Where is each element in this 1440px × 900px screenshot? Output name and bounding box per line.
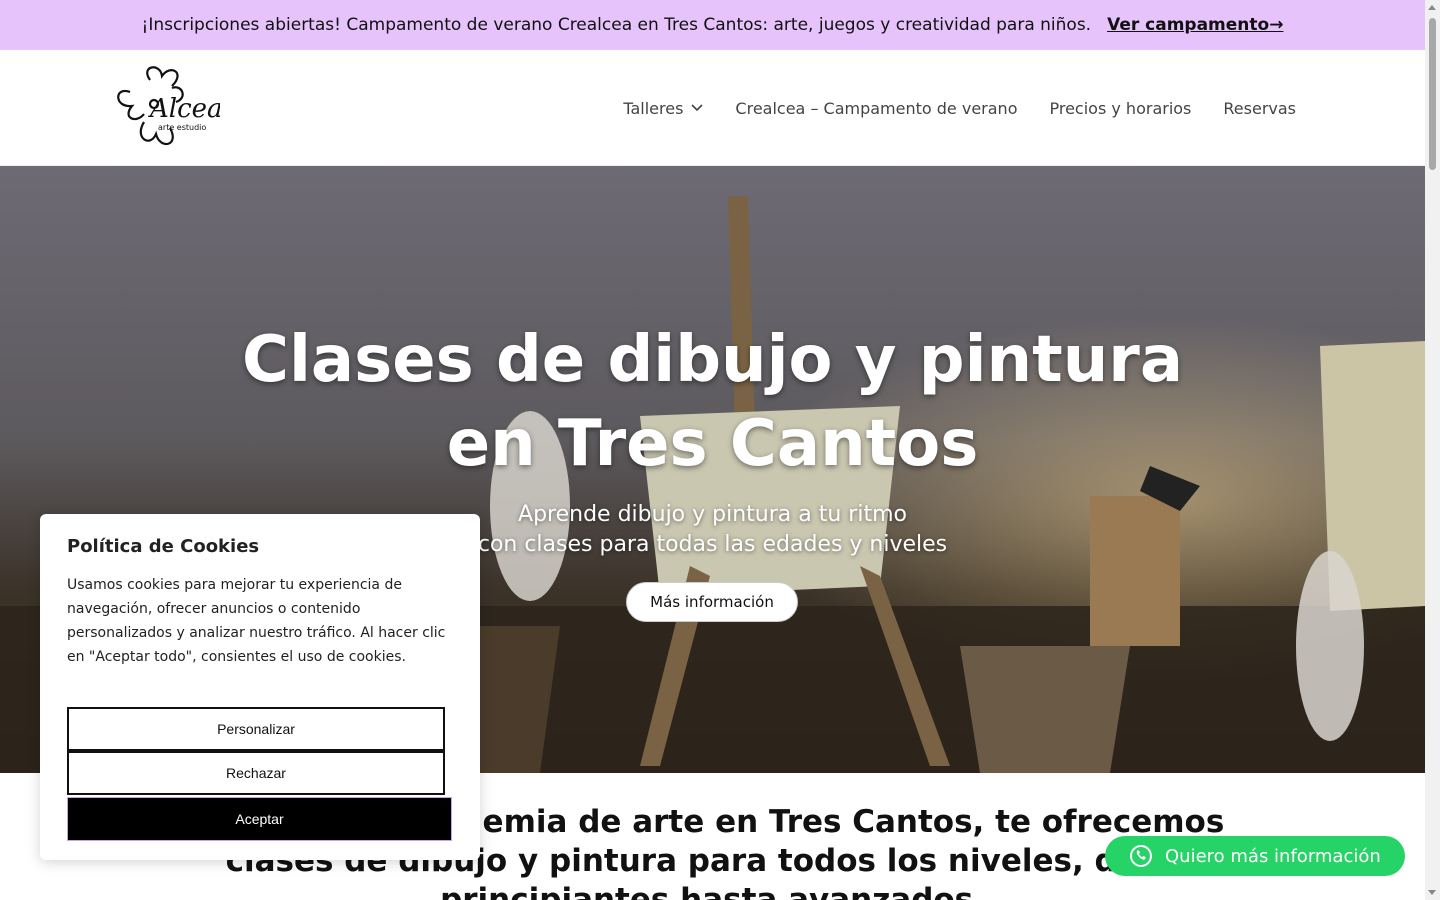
scroll-down-arrow-icon[interactable] <box>1428 890 1436 895</box>
whatsapp-label: Quiero más información <box>1165 845 1381 867</box>
cookie-banner: Política de Cookies Usamos cookies para … <box>40 514 480 860</box>
hero-title: Clases de dibujo y pintura en Tres Canto… <box>242 323 1183 481</box>
scrollbar-thumb[interactable] <box>1429 18 1436 170</box>
cookie-customize-button[interactable]: Personalizar <box>67 707 445 751</box>
nav-item-reservas[interactable]: Reservas <box>1223 99 1296 118</box>
page-scrollbar[interactable] <box>1425 0 1440 900</box>
announcement-cta-link[interactable]: Ver campamento→ <box>1107 15 1283 35</box>
cookie-reject-button[interactable]: Rechazar <box>67 751 445 795</box>
svg-text:Alcea: Alcea <box>148 94 220 124</box>
site-header: Alcea arte estudio Talleres Crealcea – C… <box>0 50 1425 166</box>
alcea-flower-logo-icon: Alcea arte estudio <box>117 66 223 145</box>
site-logo[interactable]: Alcea arte estudio <box>110 62 223 154</box>
nav-item-talleres[interactable]: Talleres <box>623 99 703 118</box>
announcement-bar: ¡Inscripciones abiertas! Campamento de v… <box>0 0 1425 50</box>
announcement-text: ¡Inscripciones abiertas! Campamento de v… <box>141 15 1092 35</box>
nav-item-precios[interactable]: Precios y horarios <box>1049 99 1191 118</box>
nav-item-crealcea[interactable]: Crealcea – Campamento de verano <box>735 99 1017 118</box>
whatsapp-icon <box>1130 845 1152 867</box>
chevron-down-icon <box>691 104 703 112</box>
cookie-body: Usamos cookies para mejorar tu experienc… <box>67 577 446 665</box>
cookie-title: Política de Cookies <box>67 536 260 557</box>
main-nav: Talleres Crealcea – Campamento de verano… <box>591 50 1296 166</box>
scroll-up-arrow-icon[interactable] <box>1428 5 1436 10</box>
more-info-button[interactable]: Más información <box>626 582 798 622</box>
nav-item-label: Talleres <box>623 98 684 118</box>
svg-text:arte estudio: arte estudio <box>158 123 206 132</box>
cookie-accept-button[interactable]: Aceptar <box>67 797 452 841</box>
whatsapp-contact-button[interactable]: Quiero más información <box>1105 836 1405 876</box>
